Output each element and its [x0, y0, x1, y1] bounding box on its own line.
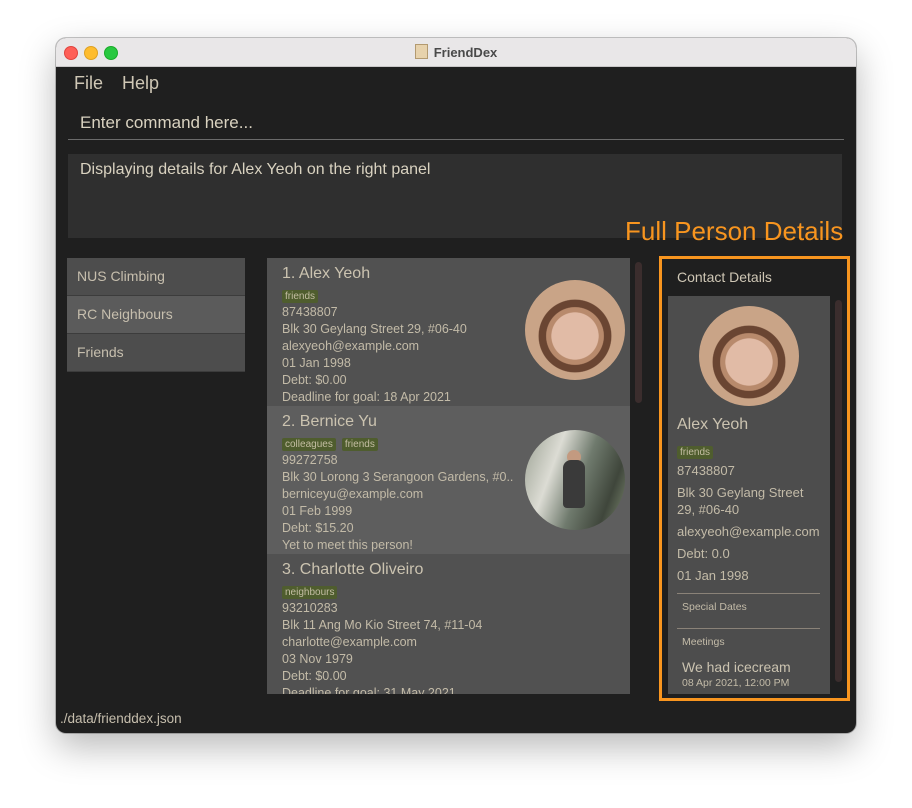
tag: friends [341, 438, 378, 451]
group-list: NUS Climbing RC Neighbours Friends [67, 258, 245, 372]
avatar [525, 430, 625, 530]
details-avatar [699, 306, 799, 406]
meeting-time: 08 Apr 2021, 12:00 PM [682, 677, 790, 689]
person-name: 2. Bernice Yu [282, 413, 377, 430]
person-list[interactable]: 1. Alex Yeoh friends 87438807 Blk 30 Gey… [267, 258, 630, 694]
meetings-label: Meetings [682, 636, 725, 648]
tag: neighbours [282, 586, 338, 599]
person-name: 3. Charlotte Oliveiro [282, 561, 424, 578]
person-address: Blk 30 Lorong 3 Serangoon Gardens, #0... [282, 470, 514, 484]
tag: colleagues [282, 438, 336, 451]
details-tag-list: friends [677, 442, 719, 460]
person-email: berniceyu@example.com [282, 487, 424, 501]
person-phone: 93210283 [282, 601, 338, 615]
group-item-friends[interactable]: Friends [67, 334, 245, 372]
annotation-label: Full Person Details [625, 216, 844, 246]
person-goal-deadline: Deadline for goal: 31 May 2021 [282, 686, 456, 694]
status-bar-path: ./data/frienddex.json [60, 711, 182, 726]
person-email: charlotte@example.com [282, 635, 417, 649]
person-card[interactable]: 3. Charlotte Oliveiro neighbours 9321028… [267, 554, 630, 694]
app-window: FriendDex File Help Enter command here..… [56, 38, 856, 733]
group-item-nus-climbing[interactable]: NUS Climbing [67, 258, 245, 296]
divider [677, 593, 820, 594]
title-bar: FriendDex [56, 38, 856, 67]
person-address: Blk 30 Geylang Street 29, #06-40 [282, 322, 467, 336]
group-item-rc-neighbours[interactable]: RC Neighbours [67, 296, 245, 334]
window-title: FriendDex [433, 45, 498, 60]
person-debt: Debt: $15.20 [282, 521, 354, 535]
person-birthday: 01 Jan 1998 [282, 356, 351, 370]
person-debt: Debt: $0.00 [282, 373, 347, 387]
person-address: Blk 11 Ang Mo Kio Street 74, #11-04 [282, 618, 483, 632]
menu-file[interactable]: File [74, 73, 103, 94]
person-goal-deadline: Deadline for goal: 18 Apr 2021 [282, 390, 451, 404]
avatar [525, 280, 625, 380]
person-card[interactable]: 2. Bernice Yu colleagues friends 99272758… [267, 406, 630, 554]
menu-bar: File Help [56, 67, 856, 101]
person-phone: 87438807 [282, 305, 338, 319]
tag: friends [677, 446, 714, 459]
menu-help[interactable]: Help [122, 73, 159, 94]
person-debt: Debt: $0.00 [282, 669, 347, 683]
person-birthday: 01 Feb 1999 [282, 504, 353, 518]
details-email: alexyeoh@example.com [677, 524, 820, 539]
details-name: Alex Yeoh [677, 416, 749, 433]
app-icon [414, 44, 428, 59]
details-scrollbar[interactable] [835, 300, 842, 682]
details-debt: Debt: 0.0 [677, 546, 730, 561]
person-card[interactable]: 1. Alex Yeoh friends 87438807 Blk 30 Gey… [267, 258, 630, 406]
tag-list: neighbours [282, 582, 630, 599]
person-phone: 99272758 [282, 453, 338, 467]
person-meeting-status: Yet to meet this person! [282, 538, 413, 552]
meeting-title: We had icecream [682, 659, 791, 675]
details-phone: 87438807 [677, 463, 735, 478]
details-address: Blk 30 Geylang Street 29, #06-40 [677, 485, 804, 517]
details-panel: Alex Yeoh friends 87438807 Blk 30 Geylan… [668, 296, 830, 694]
details-birthday: 01 Jan 1998 [677, 568, 749, 583]
command-input[interactable]: Enter command here... [68, 108, 844, 140]
details-header: Contact Details [677, 269, 772, 285]
tag: friends [282, 290, 319, 303]
avatar-figure [563, 460, 585, 508]
divider [677, 628, 820, 629]
window-title-area: FriendDex [56, 44, 856, 60]
special-dates-label: Special Dates [682, 601, 747, 613]
person-birthday: 03 Nov 1979 [282, 652, 353, 666]
person-list-scrollbar[interactable] [635, 262, 642, 403]
person-email: alexyeoh@example.com [282, 339, 420, 353]
